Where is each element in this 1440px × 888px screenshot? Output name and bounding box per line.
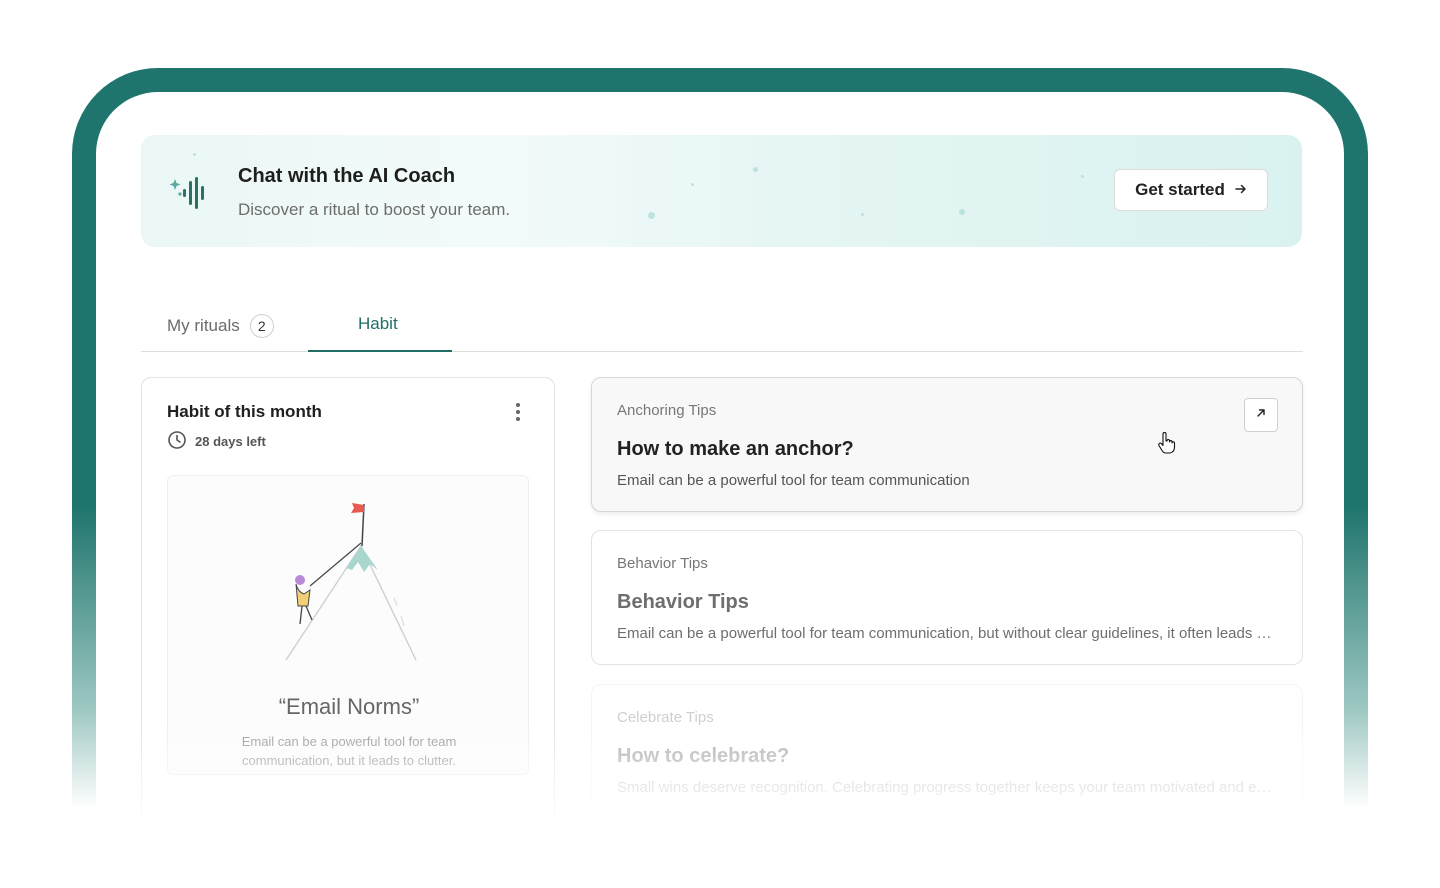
tab-bar: My rituals 2 Habit <box>141 302 1303 352</box>
get-started-label: Get started <box>1135 180 1225 199</box>
tab-habit[interactable]: Habit <box>358 314 398 334</box>
decor-dot <box>1081 175 1084 178</box>
tip-description: Email can be a powerful tool for team co… <box>617 472 970 489</box>
banner-title: Chat with the AI Coach <box>238 165 456 187</box>
tip-title: How to make an anchor? <box>617 438 854 460</box>
decor-dot <box>959 209 965 215</box>
sparkle-voice-icon <box>169 175 211 216</box>
tip-title: How to celebrate? <box>617 745 790 767</box>
app-screen: Chat with the AI Coach Discover a ritual… <box>96 92 1344 852</box>
arrow-up-right-icon <box>1255 406 1267 424</box>
decor-dot <box>753 167 758 172</box>
get-started-button[interactable]: Get started <box>1114 169 1268 211</box>
pointer-hand-icon <box>1158 431 1176 459</box>
decor-dot <box>691 183 694 186</box>
active-tab-indicator <box>308 350 452 352</box>
tip-category: Anchoring Tips <box>617 402 717 419</box>
tab-my-rituals[interactable]: My rituals 2 <box>167 314 274 338</box>
habit-description: Email can be a powerful tool for team co… <box>241 734 457 768</box>
count-badge: 2 <box>249 314 274 338</box>
arrow-right-icon <box>1235 180 1247 200</box>
ai-coach-banner[interactable]: Chat with the AI Coach Discover a ritual… <box>141 135 1302 247</box>
tip-category: Behavior Tips <box>617 555 708 572</box>
tab-label: Habit <box>358 314 398 333</box>
decor-dot <box>861 213 864 216</box>
tip-description: Small wins deserve recognition. Celebrat… <box>617 779 1272 796</box>
tip-card-celebrate[interactable]: Celebrate Tips How to celebrate? Small w… <box>591 684 1303 819</box>
tip-title: Behavior Tips <box>617 591 749 613</box>
decor-dot <box>648 212 655 219</box>
days-left: 28 days left <box>167 430 266 453</box>
open-external-button[interactable] <box>1244 398 1278 432</box>
tip-category: Celebrate Tips <box>617 709 714 726</box>
habit-illustration-panel: “Email Norms” Email can be a powerful to… <box>167 475 529 775</box>
mountain-climber-illustration <box>266 498 436 673</box>
more-options-icon[interactable] <box>514 403 522 423</box>
decor-dot <box>193 153 196 156</box>
tip-card-anchoring[interactable]: Anchoring Tips How to make an anchor? Em… <box>591 377 1303 512</box>
habit-title: Habit of this month <box>167 402 322 421</box>
banner-subtitle: Discover a ritual to boost your team. <box>238 200 511 219</box>
days-left-text: 28 days left <box>195 434 266 449</box>
tip-description: Email can be a powerful tool for team co… <box>617 625 1272 642</box>
habit-card: Habit of this month 28 days left “Email … <box>141 377 555 852</box>
tip-card-behavior[interactable]: Behavior Tips Behavior Tips Email can be… <box>591 530 1303 665</box>
tab-label: My rituals <box>167 316 240 335</box>
habit-quote: “Email Norms” <box>278 694 420 719</box>
clock-icon <box>167 430 187 453</box>
